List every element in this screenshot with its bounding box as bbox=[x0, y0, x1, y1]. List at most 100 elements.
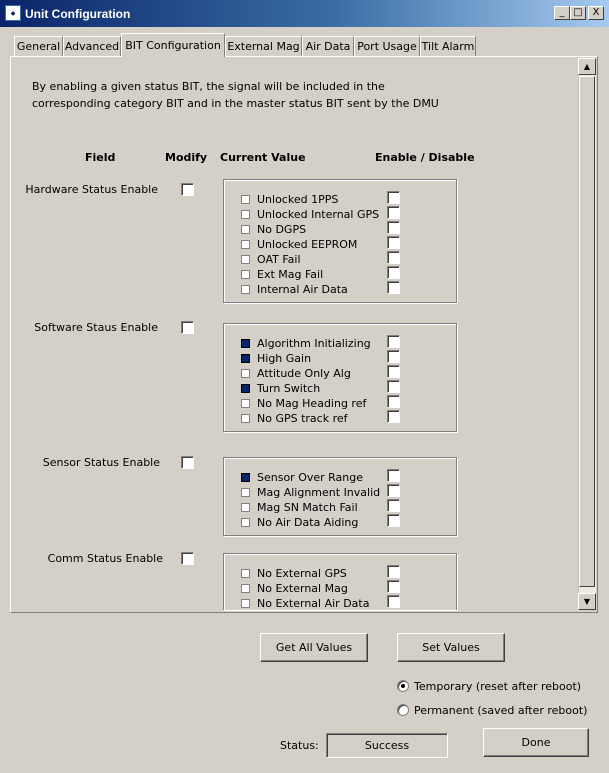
comm-status-label: Comm Status Enable bbox=[47, 552, 163, 565]
arrow-down-icon: ▼ bbox=[583, 597, 591, 606]
temporary-label[interactable]: Temporary (reset after reboot) bbox=[414, 680, 581, 693]
software-modify-checkbox[interactable] bbox=[181, 321, 194, 334]
current-value-indicator bbox=[241, 195, 250, 204]
bit-label-attitude-only-alg: Attitude Only Alg bbox=[257, 367, 351, 380]
bit-label-no-air-data-aiding: No Air Data Aiding bbox=[257, 516, 359, 529]
enable-checkbox-ext-mag-fail[interactable] bbox=[387, 266, 400, 279]
enable-checkbox-internal-air-data[interactable] bbox=[387, 281, 400, 294]
tab-label: BIT Configuration bbox=[125, 39, 221, 52]
tab-label: Air Data bbox=[305, 40, 351, 53]
enable-checkbox-no-gps-track-ref[interactable] bbox=[387, 410, 400, 423]
bit-label-unlocked-1pps: Unlocked 1PPS bbox=[257, 193, 339, 206]
maximize-button[interactable]: □ bbox=[570, 6, 586, 20]
tab-label: General bbox=[16, 40, 61, 53]
window-title: Unit Configuration bbox=[25, 7, 131, 21]
enable-checkbox-mag-alignment-invalid[interactable] bbox=[387, 484, 400, 497]
enable-checkbox-algorithm-initializing[interactable] bbox=[387, 335, 400, 348]
status-field: Success bbox=[326, 733, 448, 758]
hardware-status-label: Hardware Status Enable bbox=[25, 183, 158, 196]
tab-port-usage[interactable]: Port Usage bbox=[354, 36, 420, 56]
current-value-indicator bbox=[241, 285, 250, 294]
tab-label: External Mag bbox=[227, 40, 300, 53]
minimize-button[interactable]: _ bbox=[554, 6, 570, 20]
enable-checkbox-no-external-mag[interactable] bbox=[387, 580, 400, 593]
bit-label-turn-switch: Turn Switch bbox=[257, 382, 321, 395]
software-status-label: Software Staus Enable bbox=[34, 321, 158, 334]
current-value-indicator bbox=[241, 369, 250, 378]
enable-checkbox-sensor-over-range[interactable] bbox=[387, 469, 400, 482]
current-value-indicator bbox=[241, 270, 250, 279]
bit-label-algorithm-initializing: Algorithm Initializing bbox=[257, 337, 371, 350]
current-value-indicator bbox=[241, 473, 250, 482]
header-enable-disable: Enable / Disable bbox=[375, 151, 475, 164]
tab-label: Port Usage bbox=[357, 40, 417, 53]
enable-checkbox-no-air-data-aiding[interactable] bbox=[387, 514, 400, 527]
enable-checkbox-unlocked-eeprom[interactable] bbox=[387, 236, 400, 249]
scroll-down-button[interactable]: ▼ bbox=[578, 593, 596, 610]
enable-checkbox-turn-switch[interactable] bbox=[387, 380, 400, 393]
bit-label-mag-alignment-invalid: Mag Alignment Invalid bbox=[257, 486, 381, 499]
close-icon: X bbox=[592, 7, 600, 18]
enable-checkbox-no-mag-heading-ref[interactable] bbox=[387, 395, 400, 408]
bit-label-internal-air-data: Internal Air Data bbox=[257, 283, 348, 296]
bit-label-no-dgps: No DGPS bbox=[257, 223, 307, 236]
app-icon: ◆ bbox=[5, 5, 21, 21]
status-label: Status: bbox=[280, 739, 319, 752]
bit-label-oat-fail: OAT Fail bbox=[257, 253, 301, 266]
permanent-label[interactable]: Permanent (saved after reboot) bbox=[414, 704, 587, 717]
bit-label-mag-sn-match-fail: Mag SN Match Fail bbox=[257, 501, 358, 514]
enable-checkbox-unlocked-1pps[interactable] bbox=[387, 191, 400, 204]
bit-label-no-mag-heading-ref: No Mag Heading ref bbox=[257, 397, 367, 410]
enable-checkbox-no-external-gps[interactable] bbox=[387, 565, 400, 578]
bit-label-no-external-air-data: No External Air Data bbox=[257, 597, 370, 610]
temporary-radio[interactable] bbox=[397, 680, 409, 692]
current-value-indicator bbox=[241, 518, 250, 527]
tab-air-data[interactable]: Air Data bbox=[302, 36, 354, 56]
tab-general[interactable]: General bbox=[14, 36, 63, 56]
minimize-icon: _ bbox=[559, 7, 565, 18]
enable-checkbox-no-dgps[interactable] bbox=[387, 221, 400, 234]
description-text: By enabling a given status BIT, the sign… bbox=[32, 80, 439, 110]
enable-checkbox-unlocked-internal-gps[interactable] bbox=[387, 206, 400, 219]
enable-checkbox-high-gain[interactable] bbox=[387, 350, 400, 363]
scroll-up-button[interactable]: ▲ bbox=[578, 58, 596, 75]
scrollbar-thumb[interactable] bbox=[579, 76, 595, 587]
current-value-indicator bbox=[241, 399, 250, 408]
arrow-up-icon: ▲ bbox=[583, 62, 591, 71]
current-value-indicator bbox=[241, 354, 250, 363]
bit-label-sensor-over-range: Sensor Over Range bbox=[257, 471, 364, 484]
bit-label-unlocked-internal-gps: Unlocked Internal GPS bbox=[257, 208, 380, 221]
bit-label-no-external-mag: No External Mag bbox=[257, 582, 348, 595]
enable-checkbox-attitude-only-alg[interactable] bbox=[387, 365, 400, 378]
set-values-button[interactable]: Set Values bbox=[397, 633, 505, 662]
tab-external-mag[interactable]: External Mag bbox=[225, 36, 302, 56]
header-field: Field bbox=[85, 151, 116, 164]
header-current-value: Current Value bbox=[220, 151, 306, 164]
enable-checkbox-oat-fail[interactable] bbox=[387, 251, 400, 264]
tab-bit-configuration[interactable]: BIT Configuration bbox=[121, 33, 225, 57]
permanent-radio[interactable] bbox=[397, 704, 409, 716]
get-all-values-button[interactable]: Get All Values bbox=[260, 633, 368, 662]
radio-selected-dot bbox=[401, 684, 405, 688]
bit-label-high-gain: High Gain bbox=[257, 352, 312, 365]
button-label: Done bbox=[521, 736, 551, 749]
hardware-modify-checkbox[interactable] bbox=[181, 183, 194, 196]
enable-checkbox-no-external-air-data[interactable] bbox=[387, 595, 400, 608]
current-value-indicator bbox=[241, 584, 250, 593]
enable-checkbox-mag-sn-match-fail[interactable] bbox=[387, 499, 400, 512]
maximize-icon: □ bbox=[573, 7, 583, 18]
current-value-indicator bbox=[241, 569, 250, 578]
close-button[interactable]: X bbox=[588, 6, 604, 20]
bit-label-no-external-gps: No External GPS bbox=[257, 567, 347, 580]
tab-advanced[interactable]: Advanced bbox=[63, 36, 121, 56]
bit-label-unlocked-eeprom: Unlocked EEPROM bbox=[257, 238, 358, 251]
comm-modify-checkbox[interactable] bbox=[181, 552, 194, 565]
tab-label: Advanced bbox=[64, 40, 120, 53]
sensor-modify-checkbox[interactable] bbox=[181, 456, 194, 469]
bit-label-no-gps-track-ref: No GPS track ref bbox=[257, 412, 348, 425]
current-value-indicator bbox=[241, 384, 250, 393]
done-button[interactable]: Done bbox=[483, 728, 589, 757]
button-label: Set Values bbox=[422, 641, 480, 654]
button-label: Get All Values bbox=[275, 641, 353, 654]
tab-tilt-alarm[interactable]: Tilt Alarm bbox=[420, 36, 476, 56]
